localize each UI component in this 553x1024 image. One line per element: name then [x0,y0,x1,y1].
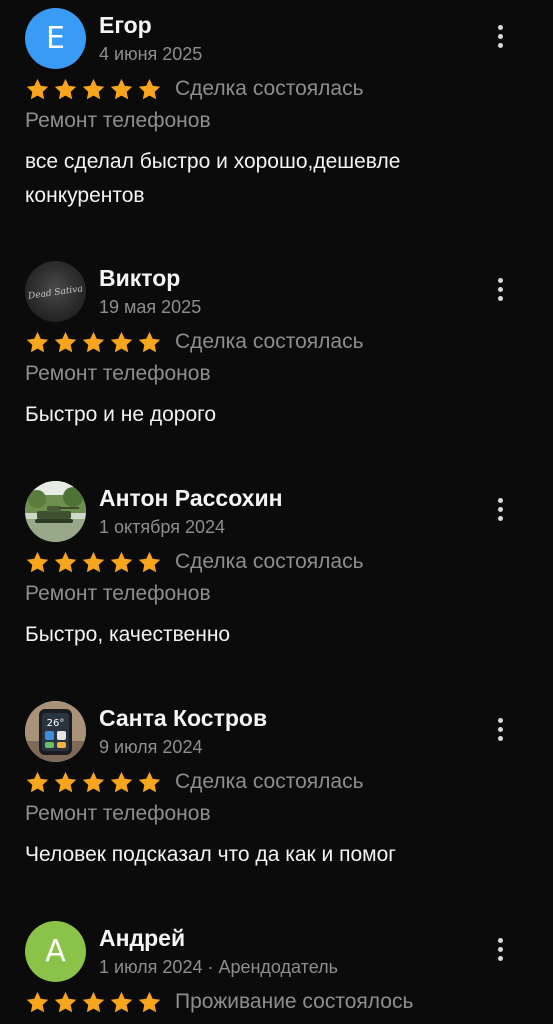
deal-status: Сделка состоялась [175,77,364,100]
rating-row: Сделка состоялась [25,767,364,797]
star-icon [138,331,161,352]
star-icon [54,771,77,792]
star-icon [138,551,161,572]
star-icon [110,331,133,352]
star-icon [54,551,77,572]
star-icon [26,78,49,99]
avatar-image: 26° [25,701,86,762]
review-author[interactable]: Санта Костров [99,705,267,732]
star-icon [110,78,133,99]
avatar[interactable]: А [25,921,86,982]
deal-status: Сделка состоялась [175,330,364,353]
review-text: Человек подсказал что да как и помог [25,843,396,866]
star-rating [25,77,162,102]
avatar-letter: Е [46,21,65,56]
star-icon [26,331,49,352]
star-icon [110,551,133,572]
rating-row: Сделка состоялась [25,327,364,357]
review-category: Ремонт телефонов [25,109,211,132]
review-text: Быстро, качественно [25,623,231,646]
avatar[interactable]: Е [25,8,86,69]
more-vertical-icon[interactable] [486,275,514,303]
more-vertical-icon[interactable] [486,22,514,50]
star-rating [25,770,162,795]
star-icon [82,771,105,792]
review-author[interactable]: Егор [99,12,152,39]
avatar-image [25,481,86,542]
review-date: 19 мая 2025 [99,297,202,317]
star-icon [82,78,105,99]
star-rating [25,990,162,1015]
review-author[interactable]: Антон Рассохин [99,485,283,512]
review-author[interactable]: Андрей [99,925,185,952]
review-text: Быстро и не дорого [25,403,217,426]
avatar[interactable]: 26° [25,701,86,762]
review-category: Ремонт телефонов [25,362,211,385]
deal-status: Сделка состоялась [175,550,364,573]
star-icon [26,991,49,1012]
star-icon [82,331,105,352]
more-vertical-icon[interactable] [486,715,514,743]
rating-row: Проживание состоялось [25,987,413,1017]
avatar-letter: А [45,934,66,969]
star-icon [26,551,49,572]
deal-status: Сделка состоялась [175,770,364,793]
star-icon [138,771,161,792]
star-icon [54,991,77,1012]
review-date: 1 июля 2024 · Арендодатель [99,957,339,977]
avatar-image: Dead Sativa [27,284,84,302]
star-icon [82,551,105,572]
avatar[interactable] [25,481,86,542]
star-icon [138,991,161,1012]
star-rating [25,330,162,355]
star-icon [110,991,133,1012]
review-text: все сделал быстро и хорошо,дешевле конку… [25,150,401,207]
svg-text:26°: 26° [47,718,65,729]
star-icon [138,78,161,99]
review-author[interactable]: Виктор [99,265,180,292]
review-category: Ремонт телефонов [25,802,211,825]
star-icon [82,991,105,1012]
review-date: 4 июня 2025 [99,44,203,64]
rating-row: Сделка состоялась [25,547,364,577]
svg-text:Dead Sativa: Dead Sativa [27,284,84,302]
review-category: Ремонт телефонов [25,582,211,605]
star-icon [54,78,77,99]
rating-row: Сделка состоялась [25,74,364,104]
review-date: 1 октября 2024 [99,517,225,537]
star-icon [26,771,49,792]
star-rating [25,550,162,575]
more-vertical-icon[interactable] [486,495,514,523]
avatar[interactable]: Dead Sativa [25,261,86,322]
star-icon [110,771,133,792]
star-icon [54,331,77,352]
review-date: 9 июля 2024 [99,737,203,757]
deal-status: Проживание состоялось [175,990,414,1013]
more-vertical-icon[interactable] [486,935,514,963]
